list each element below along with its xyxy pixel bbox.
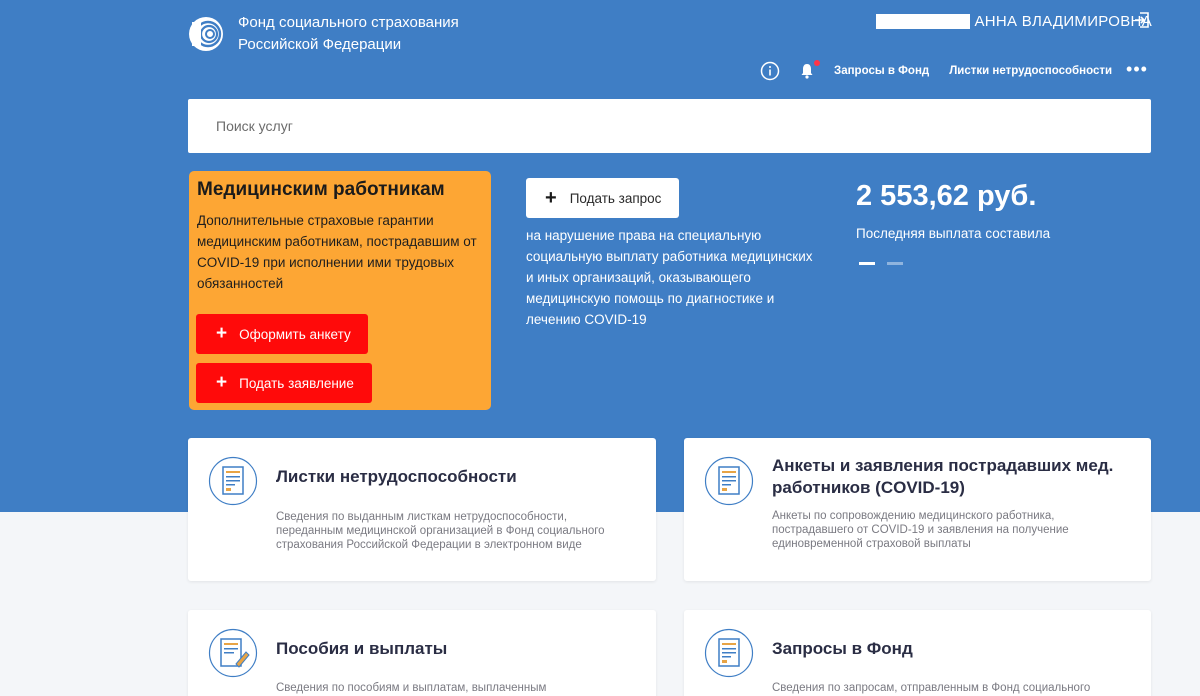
service-card-covid-applications[interactable]: Анкеты и заявления пострадавших мед. раб…	[684, 438, 1151, 581]
card-title: Пособия и выплаты	[276, 639, 448, 658]
top-nav: Запросы в Фонд Листки нетрудоспособности…	[760, 60, 1148, 82]
card-description: Сведения по запросам, отправленным в Фон…	[772, 682, 1091, 694]
org-name-line2: Российской Федерации	[238, 36, 402, 53]
bell-icon	[801, 64, 813, 79]
submit-request-button-label: Подать запрос	[569, 190, 662, 206]
card-title: Листки нетрудоспособности	[276, 467, 517, 486]
fss-logo-icon[interactable]	[188, 16, 224, 52]
service-card-sick-leaves[interactable]: Листки нетрудоспособности Сведения по вы…	[188, 438, 656, 581]
notification-badge-dot	[814, 60, 820, 66]
plus-icon: +	[216, 323, 228, 344]
card-title: Запросы в Фонд	[772, 639, 913, 658]
nav-link-sick-leaves[interactable]: Листки нетрудоспособности	[949, 65, 1112, 77]
plus-icon: +	[216, 372, 228, 393]
search-input[interactable]	[188, 99, 1151, 153]
submit-request-button[interactable]: + Подать запрос	[526, 178, 679, 218]
plus-icon: +	[545, 187, 557, 209]
user-profile[interactable]: АННА ВЛАДИМИРОВНА	[876, 13, 1152, 30]
document-list-icon	[704, 456, 754, 506]
card-description: Сведения по пособиям и выплатам, выплаче…	[276, 682, 547, 694]
card-description: Сведения по выданным листкам нетрудоспос…	[276, 511, 605, 551]
nav-link-requests[interactable]: Запросы в Фонд	[834, 65, 929, 77]
promo-title: Медицинским работникам	[197, 179, 445, 200]
org-name: Фонд социального страхования Российской …	[238, 12, 538, 56]
fill-form-button[interactable]: + Оформить анкету	[196, 314, 368, 354]
card-description: Анкеты по сопровождению медицинского раб…	[772, 510, 1069, 550]
document-edit-icon	[208, 628, 258, 678]
user-surname-mask	[876, 14, 971, 29]
org-name-line1: Фонд социального страхования	[238, 14, 459, 31]
carousel-indicator[interactable]	[887, 262, 903, 265]
promo-description: Дополнительные страховые гарантии медици…	[197, 213, 477, 291]
service-card-benefits[interactable]: Пособия и выплаты Сведения по пособиям и…	[188, 610, 656, 696]
document-list-icon	[208, 456, 258, 506]
request-description: на нарушение права на специальную социал…	[526, 228, 813, 327]
carousel-indicator-active[interactable]	[859, 262, 875, 265]
notifications-button[interactable]	[798, 60, 820, 80]
card-title: Анкеты и заявления пострадавших мед. раб…	[772, 456, 1114, 497]
logout-icon[interactable]	[1133, 11, 1151, 29]
info-icon[interactable]	[760, 61, 780, 81]
medical-workers-promo-card: Медицинским работникам Дополнительные ст…	[189, 171, 491, 410]
fill-form-button-label: Оформить анкету	[239, 326, 351, 342]
user-name: АННА ВЛАДИМИРОВНА	[974, 13, 1152, 30]
last-payment-amount: 2 553,62 руб.	[856, 180, 1037, 212]
service-card-requests[interactable]: Запросы в Фонд Сведения по запросам, отп…	[684, 610, 1151, 696]
submit-application-button[interactable]: + Подать заявление	[196, 363, 372, 403]
more-menu-icon[interactable]: •••	[1126, 60, 1148, 78]
document-list-icon	[704, 628, 754, 678]
last-payment-label: Последняя выплата составила	[856, 226, 1051, 241]
submit-application-button-label: Подать заявление	[239, 375, 354, 391]
